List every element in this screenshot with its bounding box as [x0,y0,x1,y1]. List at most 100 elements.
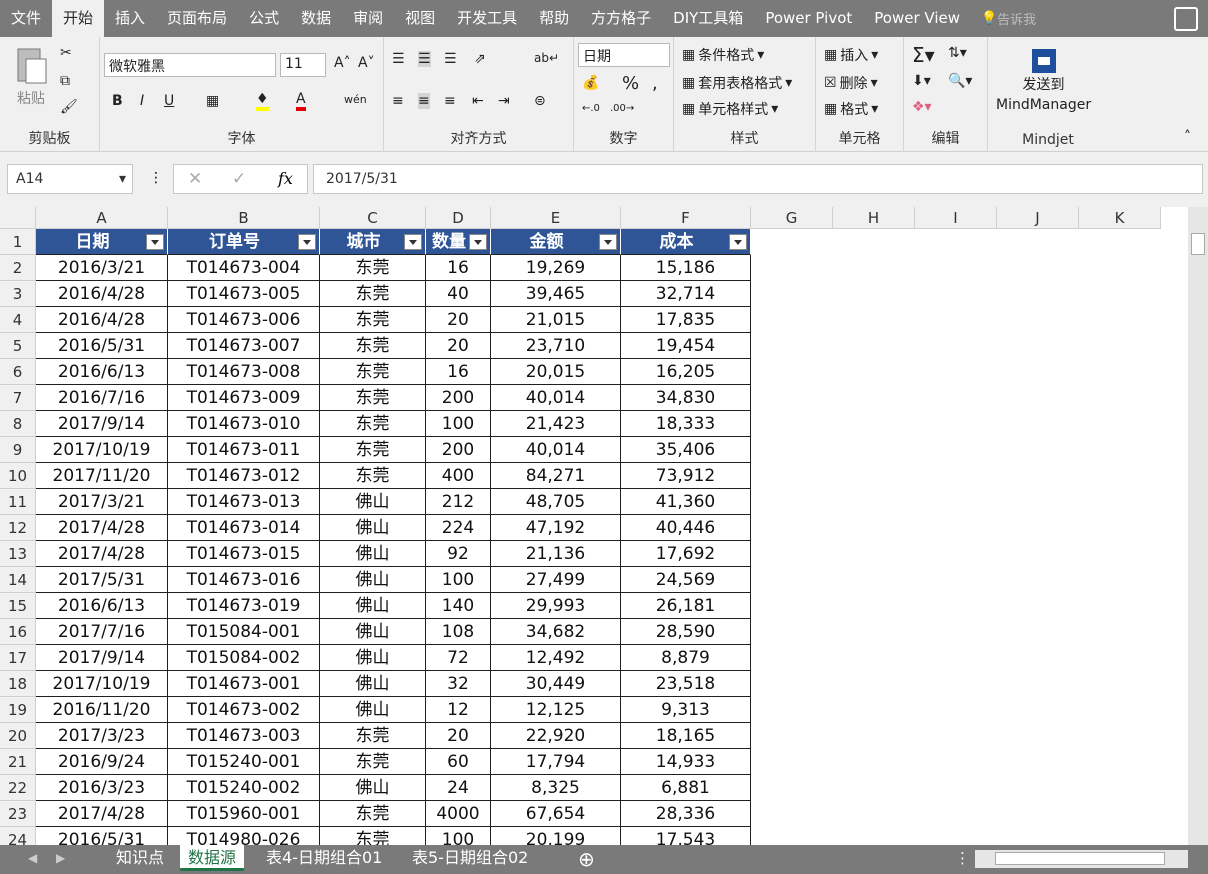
table-cell[interactable]: 9,313 [621,697,751,723]
insert-button[interactable]: ▦ 插入 ▾ [824,45,878,65]
tab-7[interactable]: 视图 [394,0,446,37]
copy-icon[interactable]: ⧉ [60,73,70,89]
table-cell[interactable]: T014673-003 [168,723,320,749]
table-cell[interactable]: 东莞 [320,333,426,359]
table-cell[interactable]: 39,465 [491,281,621,307]
table-cell[interactable]: 72 [426,645,491,671]
conditional-format-button[interactable]: ▦ 条件格式 ▾ [682,45,764,65]
paste-button[interactable]: 粘贴 [14,45,48,108]
table-cell[interactable]: 佛山 [320,489,426,515]
table-cell[interactable]: 18,333 [621,411,751,437]
table-cell[interactable]: 2016/7/16 [36,385,168,411]
table-cell[interactable]: 27,499 [491,567,621,593]
table-cell[interactable]: 东莞 [320,827,426,845]
table-cell[interactable]: 17,794 [491,749,621,775]
table-cell[interactable]: 17,543 [621,827,751,845]
tab-6[interactable]: 审阅 [342,0,394,37]
table-cell[interactable]: 8,879 [621,645,751,671]
table-cell[interactable]: T014673-011 [168,437,320,463]
table-cell[interactable]: 2017/11/20 [36,463,168,489]
sheet-tab-1[interactable]: 数据源 [180,845,245,871]
table-cell[interactable]: 47,192 [491,515,621,541]
font-color-icon[interactable]: A [296,91,306,111]
table-cell[interactable]: 15,186 [621,255,751,281]
table-cell[interactable]: T015084-001 [168,619,320,645]
bold-button[interactable]: B [112,93,123,109]
column-header-H[interactable]: H [833,207,915,229]
table-header-cell[interactable]: 金额 [491,229,621,255]
filter-dropdown-icon[interactable] [599,234,617,250]
table-cell[interactable]: 东莞 [320,749,426,775]
column-header-D[interactable]: D [426,207,491,229]
select-all-corner[interactable] [0,207,36,229]
column-header-B[interactable]: B [168,207,320,229]
table-header-cell[interactable]: 日期 [36,229,168,255]
table-cell[interactable]: 2017/7/16 [36,619,168,645]
row-header[interactable]: 7 [0,385,36,411]
table-cell[interactable]: 8,325 [491,775,621,801]
table-cell[interactable]: 东莞 [320,359,426,385]
table-cell[interactable]: 东莞 [320,385,426,411]
table-cell[interactable]: T014673-016 [168,567,320,593]
tab-0[interactable]: 文件 [0,0,52,37]
row-header[interactable]: 2 [0,255,36,281]
column-header-E[interactable]: E [491,207,621,229]
font-size-select[interactable]: 11 [280,53,326,77]
row-header[interactable]: 5 [0,333,36,359]
table-cell[interactable]: 32,714 [621,281,751,307]
cell-style-button[interactable]: ▦ 单元格样式 ▾ [682,99,778,119]
table-cell[interactable]: 2017/10/19 [36,671,168,697]
send-to-mindmanager-button[interactable]: 发送到 MindManager [996,47,1091,115]
table-cell[interactable]: T014673-005 [168,281,320,307]
table-cell[interactable]: 东莞 [320,255,426,281]
table-cell[interactable]: 2016/6/13 [36,359,168,385]
table-cell[interactable]: 东莞 [320,723,426,749]
table-cell[interactable]: 24,569 [621,567,751,593]
table-cell[interactable]: T014673-014 [168,515,320,541]
table-header-cell[interactable]: 数量 [426,229,491,255]
align-bottom-icon[interactable]: ☰ [444,51,457,67]
sort-filter-icon[interactable]: ⇅▾ [948,45,967,61]
table-cell[interactable]: 17,692 [621,541,751,567]
filter-dropdown-icon[interactable] [469,234,487,250]
border-icon[interactable]: ▦ [206,93,219,109]
table-cell[interactable]: 67,654 [491,801,621,827]
prev-sheet-icon[interactable]: ◀ [28,851,37,865]
table-cell[interactable]: T014673-019 [168,593,320,619]
table-cell[interactable]: 东莞 [320,463,426,489]
table-cell[interactable]: 40 [426,281,491,307]
row-header[interactable]: 9 [0,437,36,463]
table-cell[interactable]: 佛山 [320,645,426,671]
column-header-I[interactable]: I [915,207,997,229]
formula-input[interactable]: 2017/5/31 [313,164,1203,194]
table-cell[interactable]: 佛山 [320,619,426,645]
align-right-icon[interactable]: ≡ [444,93,456,109]
percent-button[interactable]: % [622,73,639,94]
wrap-text-icon[interactable]: ab↵ [534,51,559,65]
table-cell[interactable]: 41,360 [621,489,751,515]
table-header-cell[interactable]: 成本 [621,229,751,255]
hscroll-thumb[interactable] [995,852,1165,865]
table-cell[interactable]: 2017/3/23 [36,723,168,749]
filter-dropdown-icon[interactable] [404,234,422,250]
tell-me[interactable]: 💡 告诉我 [971,9,1036,28]
table-cell[interactable]: 16,205 [621,359,751,385]
insert-function-icon[interactable]: fx [278,169,293,188]
table-cell[interactable]: 40,014 [491,437,621,463]
table-cell[interactable]: 2017/9/14 [36,411,168,437]
fill-icon[interactable]: ⬇▾ [912,73,931,89]
table-cell[interactable]: 40,446 [621,515,751,541]
table-format-button[interactable]: ▦ 套用表格格式 ▾ [682,73,792,93]
table-cell[interactable]: 108 [426,619,491,645]
next-sheet-icon[interactable]: ▶ [56,851,65,865]
table-cell[interactable]: T014980-026 [168,827,320,845]
table-cell[interactable]: 140 [426,593,491,619]
table-cell[interactable]: 20,015 [491,359,621,385]
grow-font-icon[interactable]: A˄ [334,55,351,71]
phonetic-icon[interactable]: wén [344,93,367,106]
decrease-indent-icon[interactable]: ⇤ [472,93,484,109]
table-cell[interactable]: 2016/3/23 [36,775,168,801]
tab-3[interactable]: 页面布局 [156,0,238,37]
row-header[interactable]: 17 [0,645,36,671]
row-header[interactable]: 8 [0,411,36,437]
